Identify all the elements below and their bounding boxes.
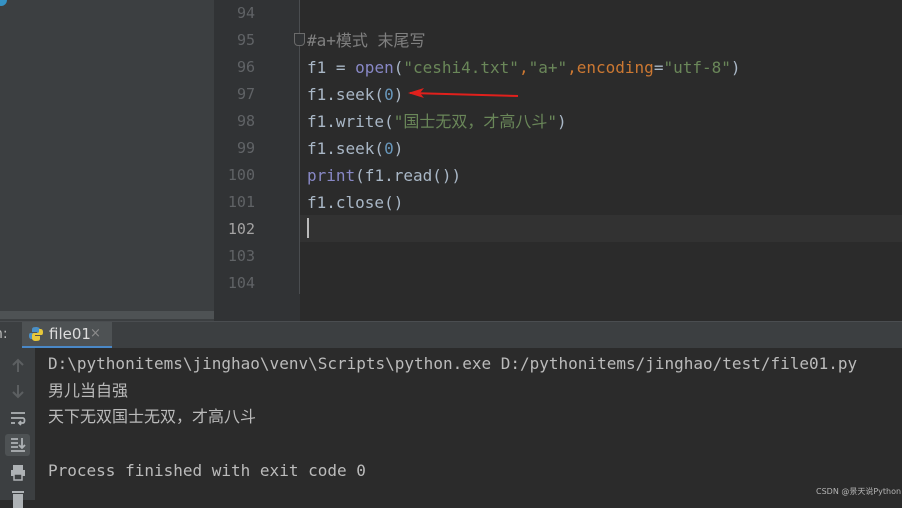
arrow-shaft: [409, 92, 519, 97]
arrow-up-icon[interactable]: [8, 356, 28, 376]
code-string: "ceshi4.txt": [403, 58, 519, 77]
code-token: f1.seek(: [307, 85, 385, 104]
line-number: 99: [236, 139, 255, 157]
code-line-95: #a+模式 末尾写: [307, 27, 426, 54]
annotation-arrow: [408, 88, 519, 98]
code-token: ): [393, 85, 404, 104]
code-token: =: [653, 58, 664, 77]
code-token: f1.seek(: [307, 139, 385, 158]
python-icon: [29, 327, 43, 341]
code-string: "国士无双，才高八斗": [393, 112, 557, 131]
code-token: f1.close(): [307, 193, 404, 212]
line-number: 104: [227, 274, 255, 292]
code-line-97: f1.seek(0): [307, 81, 403, 108]
trash-icon[interactable]: [8, 488, 28, 508]
run-tab-label: file01: [49, 325, 91, 343]
code-token: ): [730, 58, 741, 77]
run-label: n:: [0, 326, 8, 342]
line-number: 98: [236, 112, 255, 130]
code-builtin: print: [307, 166, 356, 185]
code-line-98: f1.write("国士无双，才高八斗"): [307, 108, 567, 135]
current-line-highlight: [300, 215, 902, 242]
code-comma: ,: [567, 58, 577, 77]
panel-splitter[interactable]: [214, 0, 222, 321]
console-output-line: 男儿当自强: [48, 381, 129, 400]
code-token: (: [393, 58, 404, 77]
soft-wrap-icon[interactable]: [8, 408, 28, 428]
code-string: "a+": [528, 58, 568, 77]
text-caret: [307, 218, 309, 238]
code-comma: ,: [518, 58, 529, 77]
console-output-line: Process finished with exit code 0: [48, 461, 366, 480]
console-output-line: 天下无双国士无双，才高八斗: [48, 407, 257, 426]
watermark: CSDN @景天说Python: [816, 487, 902, 496]
code-line-99: f1.seek(0): [307, 135, 403, 162]
project-panel-scrollbar[interactable]: [0, 311, 214, 319]
code-comment: #a+模式 末尾写: [307, 31, 426, 50]
code-token: f1 =: [307, 58, 356, 77]
code-string: "utf-8": [663, 58, 731, 77]
code-keyword-arg: encoding: [576, 58, 654, 77]
line-number: 100: [227, 166, 255, 184]
code-token: ): [393, 139, 404, 158]
code-builtin: open: [355, 58, 394, 77]
code-number: 0: [384, 139, 394, 158]
close-icon[interactable]: ×: [90, 326, 101, 341]
print-icon[interactable]: [8, 462, 28, 482]
code-number: 0: [384, 85, 394, 104]
code-line-101: f1.close(): [307, 189, 403, 216]
line-number-current: 102: [227, 220, 255, 238]
editor-gutter-bottom: [222, 294, 300, 321]
scroll-to-end-icon[interactable]: [8, 435, 28, 455]
line-number: 96: [236, 58, 255, 76]
code-token: ): [556, 112, 567, 131]
code-line-100: print(f1.read()): [307, 162, 461, 189]
line-number: 101: [227, 193, 255, 211]
code-token: (f1.read()): [355, 166, 462, 185]
line-number: 103: [227, 247, 255, 265]
line-number: 95: [236, 31, 255, 49]
arrow-down-icon[interactable]: [8, 381, 28, 401]
code-token: f1.write(: [307, 112, 394, 131]
line-number: 94: [236, 4, 255, 22]
code-line-96: f1 = open("ceshi4.txt","a+",encoding="ut…: [307, 54, 741, 81]
line-number: 97: [236, 85, 255, 103]
project-panel: [0, 0, 214, 321]
console-output-line: D:\pythonitems\jinghao\venv\Scripts\pyth…: [48, 354, 858, 373]
run-tab-bar: [0, 322, 902, 348]
fold-icon[interactable]: [294, 33, 305, 46]
